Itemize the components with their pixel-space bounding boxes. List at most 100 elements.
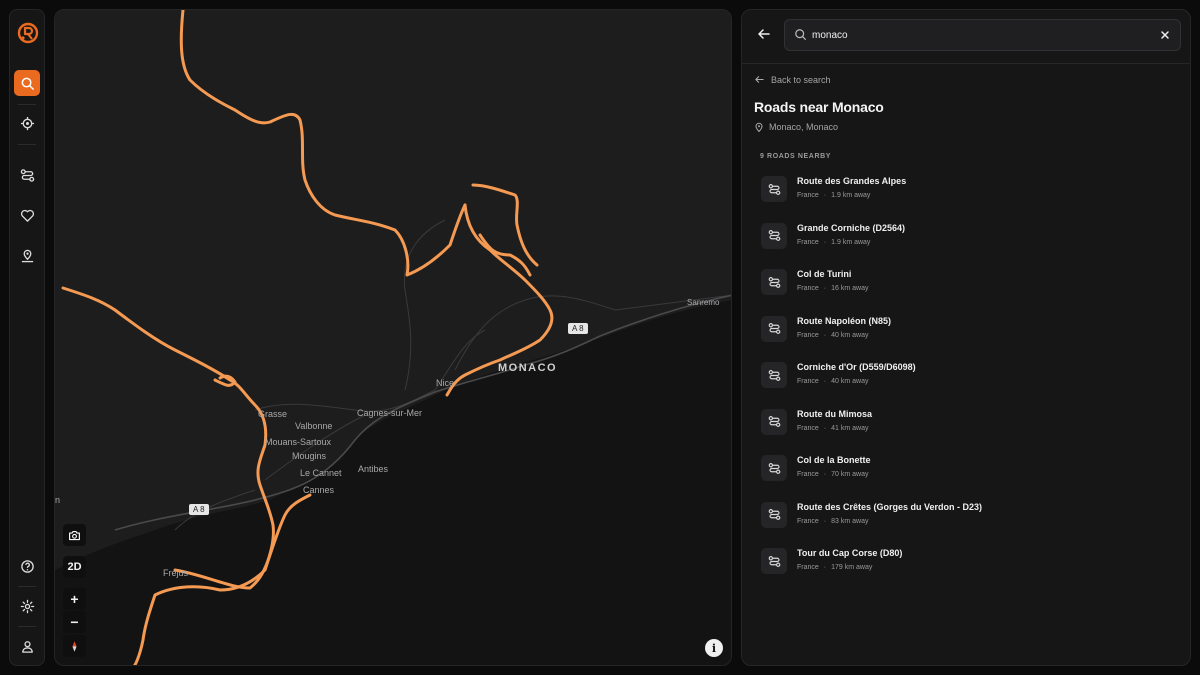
road-distance: 16 km away	[831, 285, 869, 292]
locate-nav-button[interactable]	[14, 110, 40, 136]
road-list-item[interactable]: Corniche d'Or (D559/D6098) France · 40 km a…	[761, 360, 1171, 394]
road-country: France	[797, 564, 819, 571]
road-list-item[interactable]: Grande Corniche (D2564) France · 1.9 km awa…	[761, 221, 1171, 255]
road-icon-tile	[761, 455, 787, 481]
search-nav-button[interactable]	[14, 70, 40, 96]
map-info-button[interactable]: i	[705, 639, 723, 657]
road-distance: 83 km away	[831, 517, 869, 525]
road-meta: France · 16 km away	[797, 285, 869, 292]
road-list-item[interactable]: Route des Grandes Alpes France · 1.9 km awa…	[761, 174, 1171, 208]
road-distance: 40 km away	[831, 378, 869, 385]
road-name: Tour du Cap Corse (D80)	[797, 548, 903, 558]
camera-icon	[69, 530, 80, 540]
road-icon-tile	[761, 269, 787, 295]
zoom-out-button[interactable]: −	[63, 611, 86, 633]
road-country: France	[797, 285, 819, 292]
map-label-edge: n	[55, 495, 61, 505]
map-pin-icon	[755, 122, 763, 132]
road-distance: 1.9 km away	[831, 192, 871, 199]
routes-nav-button[interactable]	[14, 162, 40, 188]
left-rail	[9, 9, 45, 666]
help-icon	[20, 559, 34, 573]
road-icon-tile	[761, 315, 787, 342]
road-meta: France · 40 km away	[797, 332, 869, 339]
road-icon-tile	[761, 362, 787, 388]
road-list-item[interactable]: Route du Mimosa France · 41 km away	[761, 407, 1171, 441]
route-icon	[768, 323, 780, 334]
highway-shield-a8: A 8	[189, 504, 209, 515]
screenshot-button[interactable]	[63, 524, 86, 546]
road-icon-tile	[761, 222, 787, 249]
search-input[interactable]	[812, 26, 1142, 44]
meta-separator: ·	[823, 471, 827, 478]
road-name: Route du Mimosa	[797, 408, 873, 419]
favorites-nav-button[interactable]	[14, 202, 40, 228]
meta-separator: ·	[823, 192, 827, 199]
arrow-left-icon[interactable]	[756, 26, 772, 42]
road-meta: France · 179 km away	[797, 564, 872, 571]
map-label-sanremo: Sanremo	[687, 298, 720, 307]
road-name: Route Napoléon (N85)	[797, 315, 892, 326]
map-view[interactable]: MONACO Nice Sanremo Grasse Cagnes-sur-Me…	[54, 9, 732, 666]
map-label-mouans: Mouans-Sartoux	[265, 437, 332, 447]
meta-separator: ·	[823, 564, 827, 571]
heart-icon	[20, 209, 34, 222]
road-icon-tile	[761, 408, 787, 435]
road-country: France	[797, 238, 819, 246]
road-list-item[interactable]: Col de la Bonette France · 70 km away	[761, 453, 1171, 487]
road-icon-tile	[761, 501, 787, 528]
account-nav-button[interactable]	[14, 633, 40, 659]
rail-divider	[18, 586, 36, 587]
map-label-antibes: Antibes	[358, 464, 389, 474]
route-icon	[768, 462, 780, 474]
road-country: France	[797, 378, 819, 385]
map-canvas	[55, 10, 731, 665]
road-list-item[interactable]: Col de Turini France · 16 km away	[761, 267, 1171, 301]
road-name: Col de la Bonette	[797, 455, 871, 465]
route-icon	[768, 416, 780, 427]
compass-button[interactable]	[63, 635, 86, 657]
highway-shield-a8: A 8	[568, 323, 588, 334]
route-icon	[768, 183, 780, 195]
road-list-item[interactable]: Route des Crêtes (Gorges du Verdon - D23…	[761, 500, 1171, 534]
map-label-monaco: MONACO	[498, 362, 558, 374]
back-to-search-link[interactable]: Back to search	[754, 74, 831, 85]
road-icon-tile	[761, 176, 787, 202]
road-distance: 1.9 km away	[831, 238, 871, 246]
arrow-left-icon	[755, 76, 764, 83]
settings-nav-button[interactable]	[14, 593, 40, 619]
places-nav-button[interactable]	[14, 242, 40, 268]
map-label-valbonne: Valbonne	[295, 421, 333, 431]
road-name: Route des Crêtes (Gorges du Verdon - D23…	[797, 501, 983, 512]
map-label-cagnes: Cagnes-sur-Mer	[357, 408, 423, 418]
road-meta: France · 70 km away	[797, 471, 869, 478]
road-country: France	[797, 192, 819, 199]
search-icon	[21, 77, 34, 90]
help-nav-button[interactable]	[14, 553, 40, 579]
close-icon[interactable]	[1159, 29, 1171, 41]
map-label-grasse: Grasse	[258, 409, 288, 419]
map-pin-user-icon	[21, 249, 33, 262]
view-mode-toggle[interactable]: 2D	[63, 556, 86, 578]
zoom-in-button[interactable]: +	[63, 588, 86, 610]
road-list-item[interactable]: Route Napoléon (N85) France · 40 km away	[761, 314, 1171, 348]
meta-separator: ·	[823, 517, 827, 525]
route-icon	[768, 230, 780, 241]
location-line: Monaco, Monaco	[754, 122, 838, 132]
rail-divider	[18, 144, 36, 145]
meta-separator: ·	[823, 285, 827, 292]
road-meta: France · 1.9 km away	[797, 239, 870, 246]
app-logo[interactable]	[17, 22, 39, 44]
map-label-cannes: Cannes	[303, 485, 335, 495]
route-icon	[768, 369, 780, 381]
back-to-search-label: Back to search	[771, 74, 831, 85]
route-icon	[768, 509, 780, 520]
road-distance: 41 km away	[831, 424, 869, 432]
road-country: France	[797, 424, 819, 432]
road-meta: France · 40 km away	[797, 378, 869, 385]
route-icon	[768, 276, 780, 288]
road-list-item[interactable]: Tour du Cap Corse (D80) France · 179 km awa…	[761, 546, 1171, 580]
road-distance: 179 km away	[831, 564, 873, 571]
road-distance: 70 km away	[831, 471, 869, 478]
results-count: 9 ROADS NEARBY	[760, 153, 832, 160]
